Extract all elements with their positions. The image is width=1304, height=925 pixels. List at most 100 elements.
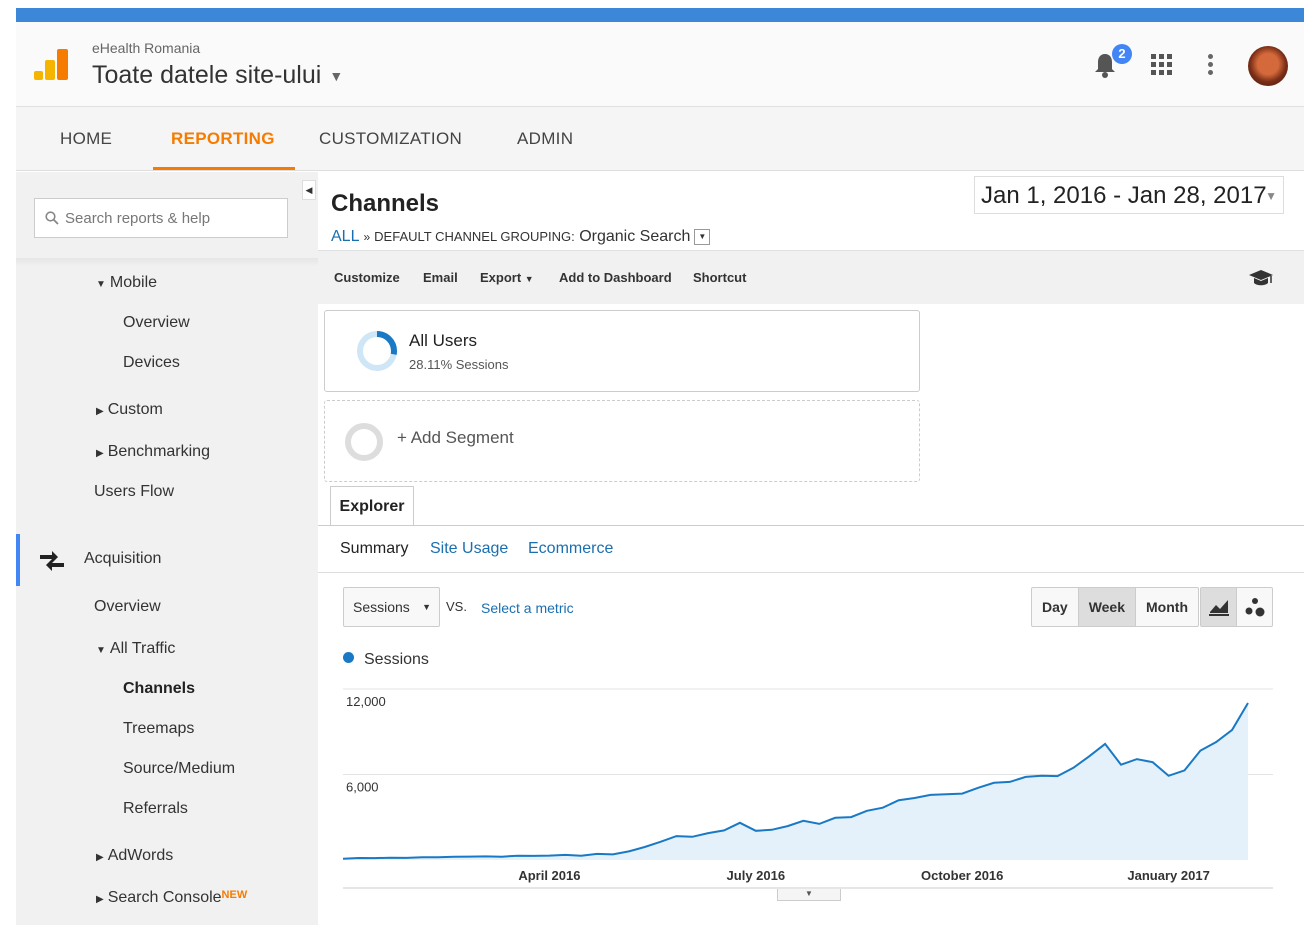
sidebar-item-adwords[interactable]: ▶ AdWords — [96, 847, 173, 865]
line-chart-button[interactable] — [1201, 588, 1237, 626]
collapsed-triangle-icon: ▶ — [96, 852, 104, 863]
breadcrumb-dropdown-icon[interactable]: ▼ — [694, 228, 711, 245]
period-toggle: Day Week Month — [1031, 587, 1199, 627]
y-axis-labels: 12,000 6,000 — [346, 694, 386, 795]
empty-segment-icon — [345, 423, 383, 461]
collapsed-triangle-icon: ▶ — [96, 406, 104, 417]
tab-explorer[interactable]: Explorer — [330, 486, 414, 526]
breadcrumb-grouping-label: DEFAULT CHANNEL GROUPING: — [374, 229, 575, 244]
report-toolbar: Customize Email Export ▼ Add to Dashboar… — [318, 250, 1304, 304]
property-name: Toate datele site-ului — [92, 61, 322, 89]
subtab-summary[interactable]: Summary — [340, 540, 408, 558]
sessions-area — [343, 703, 1248, 860]
week-button[interactable]: Week — [1078, 588, 1137, 626]
collapse-sidebar-button[interactable]: ◀ — [302, 180, 316, 200]
day-button[interactable]: Day — [1032, 588, 1079, 626]
breadcrumb-current-value: Organic Search — [579, 228, 691, 245]
apps-grid-icon[interactable] — [1151, 54, 1173, 76]
add-to-dashboard-button[interactable]: Add to Dashboard — [559, 251, 672, 305]
sidebar-item-mobile-overview[interactable]: Overview — [123, 314, 190, 332]
tab-customization[interactable]: CUSTOMIZATION — [319, 107, 462, 170]
account-name: eHealth Romania — [92, 40, 201, 56]
search-box[interactable] — [34, 198, 288, 238]
y-tick-label: 6,000 — [346, 780, 379, 795]
sidebar-item-treemaps[interactable]: Treemaps — [123, 720, 194, 738]
chevron-down-icon: ▼ — [422, 602, 431, 612]
tab-reporting[interactable]: REPORTING — [153, 107, 295, 170]
add-segment-box[interactable]: + Add Segment — [324, 400, 920, 482]
chevron-down-icon: ▼ — [1265, 189, 1277, 203]
sidebar-item-devices[interactable]: Devices — [123, 354, 180, 372]
chart-resize-handle[interactable]: ▼ — [777, 889, 841, 901]
sidebar-item-mobile[interactable]: ▼ Mobile — [96, 274, 157, 292]
customize-button[interactable]: Customize — [334, 251, 400, 305]
chevron-down-icon: ▼ — [329, 68, 344, 85]
breadcrumb-all-link[interactable]: ALL — [331, 228, 359, 245]
legend-label: Sessions — [364, 651, 429, 668]
sidebar-item-benchmarking[interactable]: ▶ Benchmarking — [96, 443, 210, 461]
motion-chart-button[interactable] — [1237, 588, 1273, 626]
top-accent-bar — [16, 0, 1304, 22]
notifications-count-badge: 2 — [1112, 44, 1132, 64]
sidebar-item-custom[interactable]: ▶ Custom — [96, 401, 163, 419]
chart-type-toggle — [1200, 587, 1273, 627]
segment-share: 28.11% Sessions — [409, 357, 509, 372]
more-options-icon[interactable] — [1206, 52, 1214, 78]
breadcrumb: ALL » DEFAULT CHANNEL GROUPING: Organic Se… — [331, 228, 711, 246]
chevron-down-icon: ▼ — [805, 889, 813, 898]
x-tick-label: January 2017 — [1127, 868, 1209, 883]
shortcut-button[interactable]: Shortcut — [693, 251, 746, 305]
select-metric-link[interactable]: Select a metric — [481, 600, 574, 616]
email-button[interactable]: Email — [423, 251, 458, 305]
user-avatar[interactable] — [1248, 46, 1288, 86]
new-badge: NEW — [221, 889, 248, 901]
y-tick-label: 12,000 — [346, 694, 386, 709]
sidebar-item-search-console[interactable]: ▶ Search ConsoleNEW — [96, 889, 247, 907]
bubble-chart-icon — [1245, 598, 1264, 617]
report-main: Channels ALL » DEFAULT CHANNEL GROUPING: O… — [318, 172, 1304, 925]
sessions-chart[interactable]: 12,000 6,000 April 2016 July 2016 October 2… — [343, 672, 1278, 912]
x-axis-labels: April 2016 July 2016 October 2016 January 2… — [518, 868, 1209, 883]
sidebar-item-all-traffic[interactable]: ▼ All Traffic — [96, 640, 175, 658]
tab-admin[interactable]: ADMIN — [517, 107, 573, 170]
legend-dot-icon — [343, 652, 354, 663]
active-section-indicator — [16, 534, 20, 586]
export-button[interactable]: Export ▼ — [480, 251, 534, 305]
analytics-logo-icon[interactable] — [34, 48, 68, 80]
add-segment-label: + Add Segment — [397, 428, 514, 447]
sidebar-item-referrals[interactable]: Referrals — [123, 800, 188, 818]
subtab-ecommerce[interactable]: Ecommerce — [528, 540, 613, 558]
date-range-picker[interactable]: Jan 1, 2016 - Jan 28, 2017 ▼ — [974, 176, 1284, 214]
segment-donut-icon — [357, 331, 397, 371]
tab-home[interactable]: HOME — [60, 107, 112, 170]
acquisition-arrows-icon — [40, 551, 64, 571]
metric-selector[interactable]: Sessions ▼ — [343, 587, 440, 627]
report-sidebar: ◀ ▼Mobile Overview Devices ▶Custom ▶Benc… — [16, 172, 318, 925]
subtab-site-usage[interactable]: Site Usage — [430, 540, 508, 558]
segment-all-users[interactable]: All Users 28.11% Sessions — [324, 310, 920, 392]
month-button[interactable]: Month — [1136, 588, 1198, 626]
main-nav: HOME REPORTING CUSTOMIZATION ADMIN — [16, 107, 1304, 171]
expanded-triangle-icon: ▼ — [96, 645, 106, 656]
segment-name: All Users — [409, 331, 478, 350]
sidebar-item-users-flow[interactable]: Users Flow — [94, 483, 174, 501]
breadcrumb-separator: » — [363, 230, 371, 244]
x-tick-label: July 2016 — [727, 868, 786, 883]
search-input[interactable] — [65, 199, 285, 237]
chevron-left-icon: ◀ — [305, 185, 313, 195]
page-title: Channels — [331, 190, 440, 217]
sidebar-item-acquisition-overview[interactable]: Overview — [94, 598, 161, 616]
expanded-triangle-icon: ▼ — [96, 279, 106, 290]
graduation-cap-icon[interactable] — [1248, 269, 1274, 287]
x-tick-label: October 2016 — [921, 868, 1003, 883]
sidebar-item-source-medium[interactable]: Source/Medium — [123, 760, 235, 778]
vs-label: VS. — [446, 599, 467, 614]
collapsed-triangle-icon: ▶ — [96, 448, 104, 459]
sidebar-item-acquisition[interactable]: Acquisition — [84, 550, 161, 568]
sidebar-item-channels[interactable]: Channels — [123, 680, 195, 698]
search-icon — [45, 211, 59, 225]
chevron-down-icon: ▼ — [524, 274, 534, 284]
date-range-text: Jan 1, 2016 - Jan 28, 2017 — [981, 182, 1267, 209]
chart-legend: Sessions — [343, 651, 429, 669]
property-selector[interactable]: Toate datele site-ului ▼ — [92, 61, 343, 90]
